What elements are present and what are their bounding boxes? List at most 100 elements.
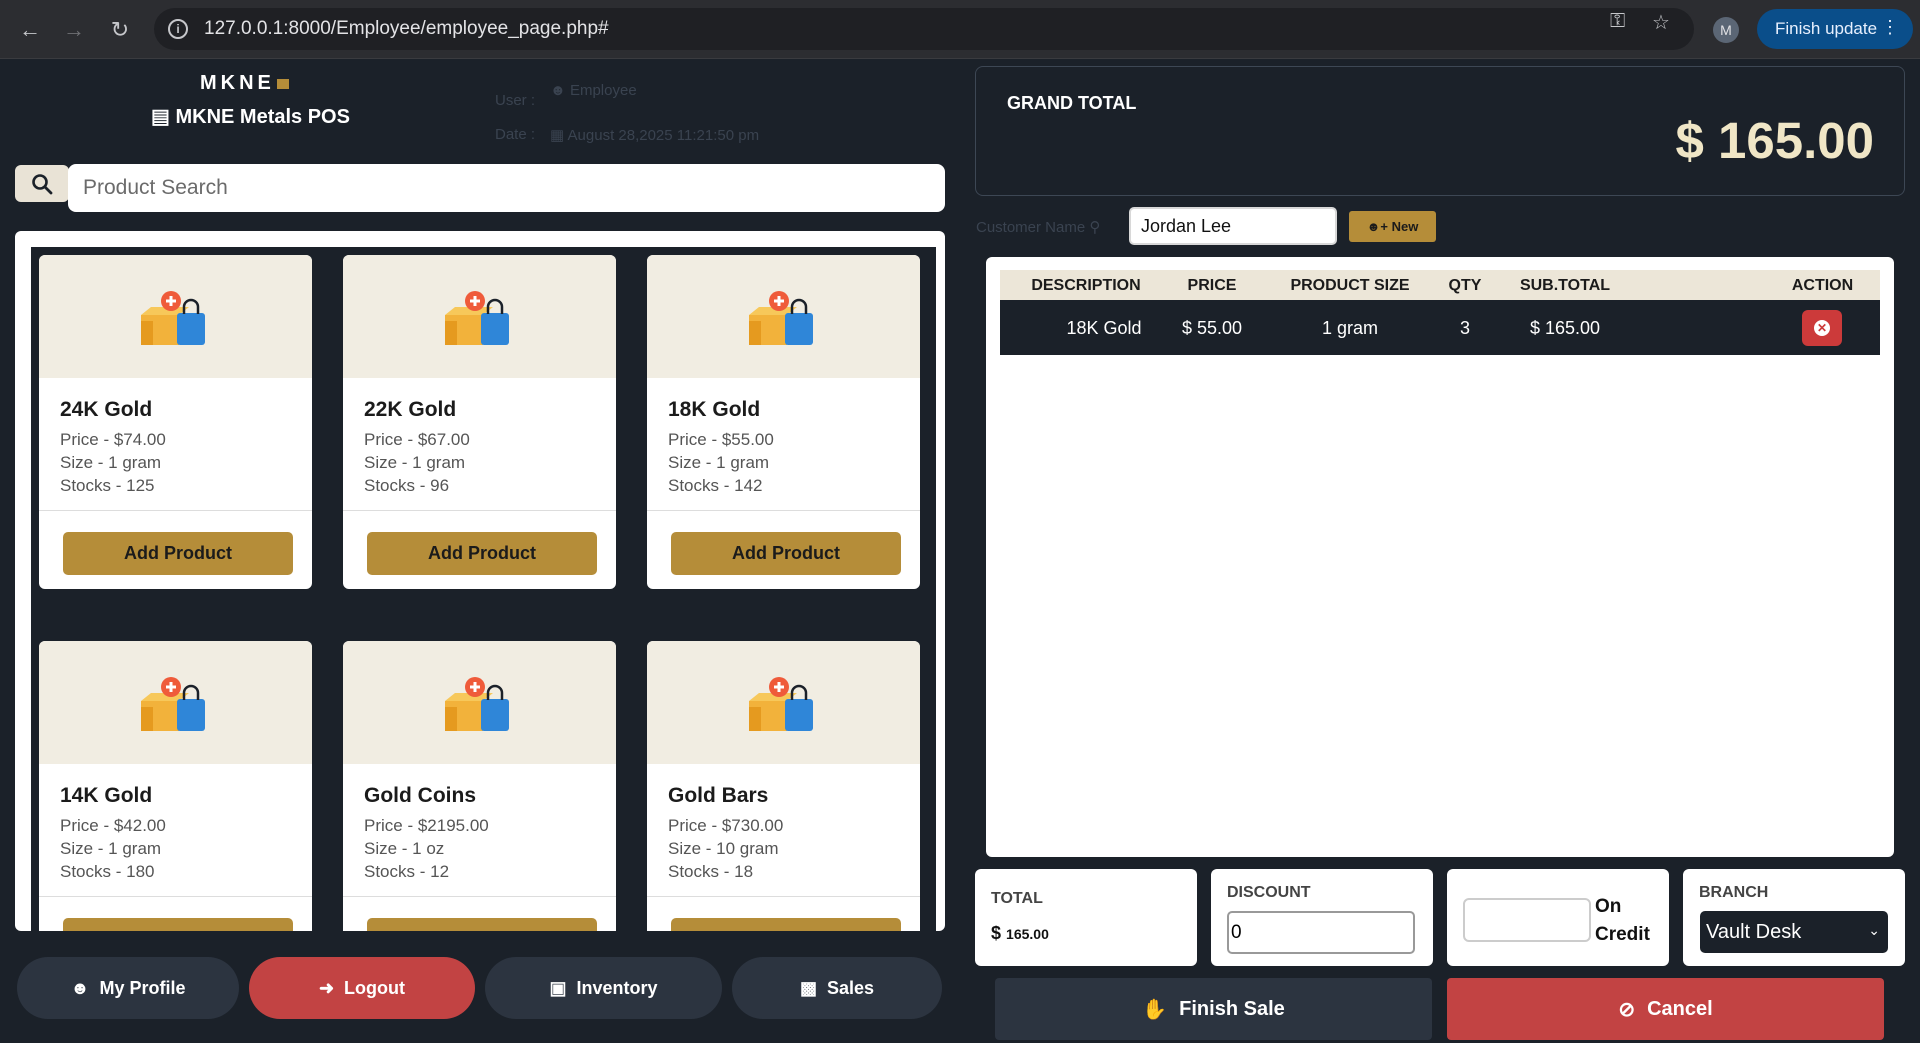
inventory-label: Inventory bbox=[576, 977, 658, 998]
back-icon[interactable]: ← bbox=[14, 14, 46, 46]
cell-qty: 3 bbox=[1459, 318, 1470, 338]
sales-button[interactable]: ▩ Sales bbox=[732, 957, 942, 1019]
profile-avatar[interactable]: M bbox=[1713, 17, 1739, 43]
card-divider bbox=[343, 896, 616, 897]
logo-text: MKNE bbox=[200, 72, 275, 94]
reload-icon[interactable]: ↻ bbox=[104, 14, 136, 46]
cell-size: 1 gram bbox=[1321, 318, 1379, 338]
site-info-icon[interactable]: i bbox=[168, 19, 188, 39]
product-name: 24K Gold bbox=[60, 398, 153, 421]
product-size: Size - 1 gram bbox=[364, 453, 466, 472]
add-to-cart-box-icon bbox=[141, 677, 205, 731]
col-header-subtotal: SUB.TOTAL bbox=[1519, 277, 1611, 294]
product-card: 22K Gold Price - $67.00 Size - 1 gram Stock… bbox=[343, 255, 616, 589]
product-grid[interactable]: 24K Gold Price - $74.00 Size - 1 gram Stock… bbox=[31, 247, 936, 931]
product-size: Size - 10 gram bbox=[668, 839, 779, 858]
search-button[interactable] bbox=[15, 165, 69, 202]
more-menu-icon[interactable]: ⋮ bbox=[1881, 17, 1899, 38]
password-key-icon[interactable]: ⚿ bbox=[1610, 10, 1625, 33]
card-divider bbox=[343, 510, 616, 511]
user-plus-icon: ☻+ bbox=[1366, 219, 1388, 234]
boxes-icon: ▣ bbox=[549, 977, 567, 998]
add-product-button[interactable]: Add Product bbox=[367, 532, 597, 575]
page-title: ▤ MKNE Metals POS bbox=[151, 104, 350, 129]
brand-logo: MKNE bbox=[200, 72, 289, 95]
add-product-button[interactable]: Add Product bbox=[63, 532, 293, 575]
col-header-price: PRICE bbox=[1187, 277, 1237, 294]
table-row: 18K Gold $ 55.00 1 gram 3 $ 165.00 ✕ bbox=[1000, 300, 1880, 355]
product-price: Price - $42.00 bbox=[60, 816, 166, 835]
on-credit-label-line2: Credit bbox=[1595, 924, 1650, 945]
col-header-description: DESCRIPTION bbox=[1031, 277, 1141, 294]
user-icon: ☻ bbox=[550, 82, 566, 99]
search-icon bbox=[32, 173, 53, 194]
new-customer-button[interactable]: ☻+ New bbox=[1349, 211, 1436, 242]
address-bar[interactable]: i 127.0.0.1:8000/Employee/employee_page.… bbox=[154, 8, 1694, 50]
card-divider bbox=[39, 510, 312, 511]
cancel-label: Cancel bbox=[1647, 997, 1713, 1020]
product-card: 14K Gold Price - $42.00 Size - 1 gram Stock… bbox=[39, 641, 312, 931]
on-credit-input[interactable] bbox=[1463, 898, 1591, 942]
grand-total-label: GRAND TOTAL bbox=[1007, 93, 1137, 113]
my-profile-button[interactable]: ☻ My Profile bbox=[17, 957, 239, 1019]
add-to-cart-box-icon bbox=[749, 677, 813, 731]
product-search-input[interactable] bbox=[68, 164, 945, 212]
branch-select[interactable]: Vault Desk ⌄ bbox=[1700, 911, 1888, 953]
branch-label: BRANCH bbox=[1699, 884, 1769, 901]
product-card: Gold Coins Price - $2195.00 Size - 1 oz Sto… bbox=[343, 641, 616, 931]
branch-box: BRANCH Vault Desk ⌄ bbox=[1683, 869, 1905, 966]
grand-total-value: $ 165.00 bbox=[1675, 112, 1874, 169]
add-to-cart-box-icon bbox=[445, 291, 509, 345]
add-to-cart-box-icon bbox=[749, 291, 813, 345]
total-currency: $ bbox=[991, 923, 1002, 943]
product-stocks: Stocks - 180 bbox=[60, 862, 155, 881]
grand-total-panel: GRAND TOTAL $ 165.00 bbox=[975, 66, 1905, 196]
date-value: ▦ August 28,2025 11:21:50 pm bbox=[550, 126, 759, 144]
customer-search-icon: ⚲ bbox=[1089, 219, 1101, 236]
product-image bbox=[39, 641, 312, 764]
bookmark-star-icon[interactable]: ☆ bbox=[1652, 10, 1670, 35]
add-product-button[interactable]: Add Product bbox=[671, 532, 901, 575]
add-product-button[interactable]: Add Product bbox=[63, 918, 293, 931]
product-image bbox=[343, 255, 616, 378]
discount-box: DISCOUNT bbox=[1211, 869, 1433, 966]
date-label: Date : bbox=[495, 126, 536, 143]
forward-icon[interactable]: → bbox=[58, 14, 90, 46]
product-size: Size - 1 gram bbox=[668, 453, 770, 472]
user-value: ☻ Employee bbox=[550, 82, 637, 99]
total-label: TOTAL bbox=[991, 890, 1043, 907]
total-amount: 165.00 bbox=[1006, 926, 1049, 942]
product-price: Price - $67.00 bbox=[364, 430, 470, 449]
store-icon: ▤ bbox=[151, 106, 170, 128]
date-value-text: August 28,2025 11:21:50 pm bbox=[567, 127, 760, 144]
finish-sale-label: Finish Sale bbox=[1179, 997, 1285, 1020]
finish-update-button[interactable]: Finish update ⋮ bbox=[1757, 9, 1913, 49]
browser-toolbar: ← → ↻ i 127.0.0.1:8000/Employee/employee… bbox=[0, 0, 1920, 59]
product-name: Gold Bars bbox=[668, 784, 769, 807]
cell-subtotal: $ 165.00 bbox=[1529, 318, 1601, 338]
add-to-cart-box-icon bbox=[445, 677, 509, 731]
new-customer-label: New bbox=[1391, 219, 1419, 234]
discount-input[interactable] bbox=[1227, 911, 1415, 954]
col-header-product-size: PRODUCT SIZE bbox=[1290, 277, 1410, 294]
product-grid-panel: 24K Gold Price - $74.00 Size - 1 gram Stock… bbox=[15, 231, 945, 931]
add-product-button[interactable]: Add Product bbox=[671, 918, 901, 931]
user-circle-icon: ☻ bbox=[70, 977, 90, 998]
remove-item-button[interactable]: ✕ bbox=[1802, 310, 1842, 346]
close-circle-icon: ✕ bbox=[1814, 320, 1830, 336]
cash-icon: ▩ bbox=[799, 977, 817, 998]
product-card: Gold Bars Price - $730.00 Size - 10 gram St… bbox=[647, 641, 920, 931]
col-header-qty: QTY bbox=[1448, 277, 1482, 294]
finish-sale-button[interactable]: ✋ Finish Sale bbox=[995, 978, 1432, 1040]
customer-name-input[interactable] bbox=[1129, 207, 1337, 245]
add-product-button[interactable]: Add Product bbox=[367, 918, 597, 931]
card-divider bbox=[647, 896, 920, 897]
inventory-button[interactable]: ▣ Inventory bbox=[485, 957, 722, 1019]
url-text: 127.0.0.1:8000/Employee/employee_page.ph… bbox=[204, 18, 609, 39]
col-header-action: ACTION bbox=[1791, 277, 1854, 294]
cancel-button[interactable]: ⊘ Cancel bbox=[1447, 978, 1884, 1040]
logout-button[interactable]: ➜ Logout bbox=[249, 957, 475, 1019]
add-to-cart-box-icon bbox=[141, 291, 205, 345]
product-image bbox=[647, 255, 920, 378]
product-price: Price - $74.00 bbox=[60, 430, 166, 449]
